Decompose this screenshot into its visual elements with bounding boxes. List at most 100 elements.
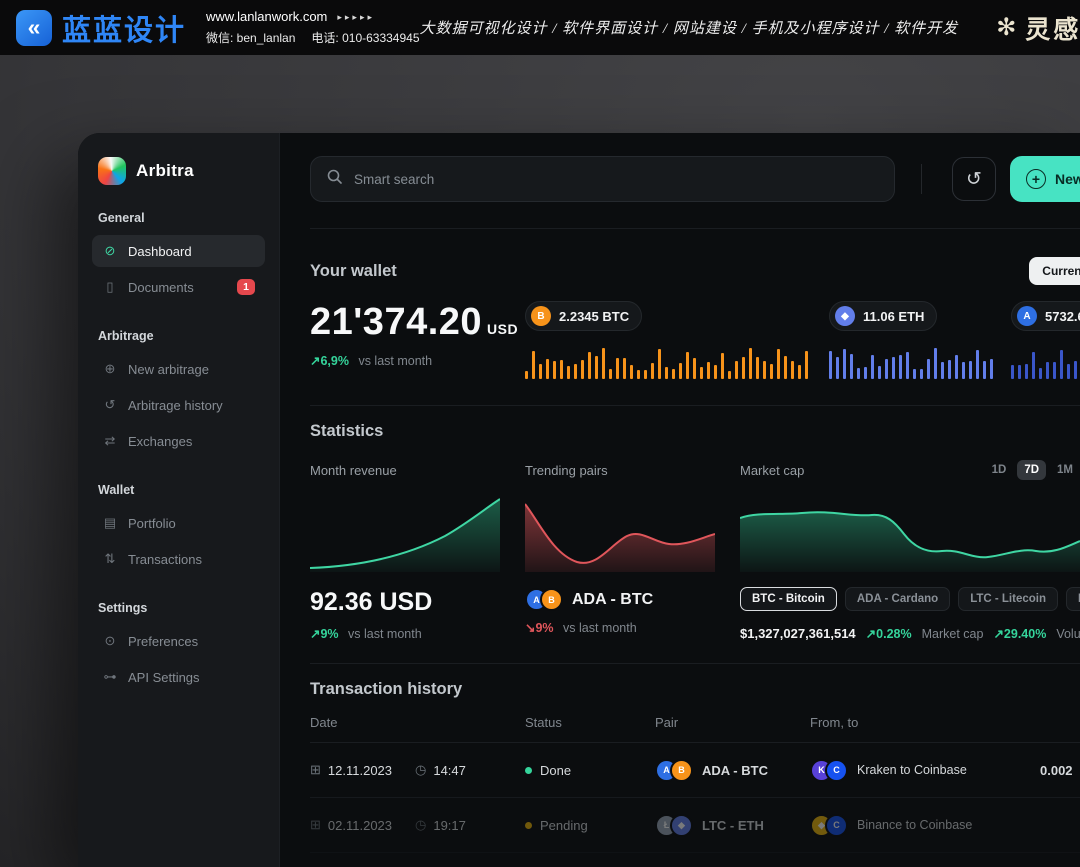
tick	[574, 364, 577, 379]
cell-status: Pending	[525, 818, 655, 833]
month-revenue-chart	[310, 494, 500, 572]
sidebar-item-documents[interactable]: ▯Documents1	[92, 271, 265, 303]
table-row[interactable]: ⊞02.11.2023◷19:17PendingŁ◆LTC - ETH◆CBin…	[310, 798, 1080, 853]
status-dot	[525, 822, 532, 829]
sidebar-item-label: API Settings	[128, 670, 200, 685]
tick	[735, 361, 738, 379]
sidebar-item-new-arbitrage[interactable]: ⊕New arbitrage	[92, 353, 265, 385]
tick	[1074, 361, 1077, 379]
trending-pairs-label: Trending pairs	[525, 463, 608, 478]
tick	[899, 355, 902, 380]
history-button[interactable]: ↺	[952, 157, 996, 201]
arbitra-app-window: Arbitra General⊘Dashboard▯Documents1Arbi…	[78, 133, 1080, 867]
inspiration-collect[interactable]: ✻ 灵感收集	[996, 10, 1080, 46]
market-cap-value: $1,327,027,361,514	[740, 626, 856, 641]
tick	[990, 359, 993, 379]
sidebar-item-label: New arbitrage	[128, 362, 209, 377]
tick	[955, 355, 958, 379]
history-icon: ↺	[102, 397, 118, 413]
tick	[665, 367, 668, 379]
tick	[878, 366, 881, 379]
market-cap-note: Market cap	[922, 627, 984, 641]
range-7d[interactable]: 7D	[1017, 460, 1046, 480]
tick	[679, 363, 682, 379]
tick	[983, 361, 986, 379]
range-1m[interactable]: 1M	[1050, 460, 1080, 480]
tick	[1039, 368, 1042, 379]
tick	[539, 364, 542, 379]
history-icon: ↺	[966, 168, 982, 191]
tick	[941, 362, 944, 379]
wallet-action-currencies[interactable]: Currencies	[1029, 257, 1080, 285]
lanlan-logo-icon: «	[16, 10, 52, 46]
sidebar-item-arbitrage-history[interactable]: ↺ Arbitrage history	[92, 389, 265, 421]
date-text: 12.11.2023	[328, 763, 392, 778]
wallet-holding-btc: B2.2345 BTC	[525, 301, 817, 379]
table-row[interactable]: ⊞12.11.2023◷14:47DoneABADA - BTCKCKraken…	[310, 743, 1080, 798]
market-pair-pill-ada[interactable]: ADA - Cardano	[845, 587, 950, 611]
eth-icon: ◆	[835, 306, 855, 326]
trending-pair-coins: AB	[525, 588, 563, 611]
exchange-icons: ◆C	[810, 814, 848, 837]
collect-label: 灵感收集	[1025, 10, 1080, 46]
sidebar-section-title: Settings	[98, 601, 259, 615]
wallet-holding-eth: ◆ 11.06 ETH	[829, 301, 999, 379]
sidebar-item-label: Arbitrage history	[128, 398, 223, 413]
sidebar-item-dashboard[interactable]: ⊘Dashboard	[92, 235, 265, 267]
tick	[1046, 362, 1049, 379]
market-cap-chart	[740, 494, 1080, 572]
month-revenue-value: 92.36 USD	[310, 588, 500, 617]
tick	[525, 371, 528, 379]
tick	[871, 355, 874, 379]
time-text: 14:47	[433, 763, 466, 778]
holding-ticks-chart-ada	[1011, 343, 1080, 379]
cell-route: ◆CBinance to Coinbase	[810, 814, 1040, 837]
tick	[770, 364, 773, 379]
search-box[interactable]	[310, 156, 895, 202]
market-pair-pill-ltc[interactable]: LTC - Litecoin	[958, 587, 1058, 611]
route-label: Kraken to Coinbase	[857, 763, 967, 777]
tick	[595, 356, 598, 379]
pair-label: LTC - ETH	[702, 818, 764, 833]
holding-amount: 5732.61 ADA	[1045, 309, 1080, 324]
main-content: ↺ + New a Your wallet CurrenciesE 21'3	[280, 133, 1080, 867]
lanlan-logo-text: 蓝蓝设计	[62, 7, 186, 49]
holding-amount: 11.06 ETH	[863, 309, 924, 324]
range-1d[interactable]: 1D	[985, 460, 1014, 480]
sidebar-item-portfolio[interactable]: ▤Portfolio	[92, 507, 265, 539]
sidebar-item-label: Portfolio	[128, 516, 176, 531]
cell-pair: Ł◆LTC - ETH	[655, 814, 810, 837]
tick	[707, 362, 710, 379]
tick	[976, 350, 979, 379]
exchange-icons: KC	[810, 759, 848, 782]
tick	[843, 349, 846, 379]
tick	[934, 348, 937, 379]
search-input[interactable]	[352, 171, 878, 188]
table-row[interactable]: ⊞29.10.2023◷04:23DoneABADA - BTCKCKraken…	[310, 853, 1080, 867]
tick	[927, 359, 930, 379]
sidebar: Arbitra General⊘Dashboard▯Documents1Arbi…	[78, 133, 280, 867]
coin-badge-ada: A 5732.61 ADA	[1011, 301, 1080, 331]
market-pair-pill-btc[interactable]: BTC - Bitcoin	[740, 587, 837, 611]
services-tagline: 大数据可视化设计 / 软件界面设计 / 网站建设 / 手机及小程序设计 / 软件…	[420, 17, 959, 38]
wallet-amount: 21'374.20	[310, 301, 482, 343]
sidebar-item-label: Exchanges	[128, 434, 192, 449]
sidebar-item-exchanges[interactable]: ⇄Exchanges	[92, 425, 265, 457]
tick	[1032, 352, 1035, 379]
time-text: 19:17	[433, 818, 466, 833]
tick	[700, 367, 703, 379]
range-selector: 1D7D1M	[985, 460, 1080, 480]
market-pair-pill-eth[interactable]: ETH - Ethereu	[1066, 587, 1080, 611]
tick	[913, 369, 916, 379]
month-revenue-card: Month revenue 92.36 USD ↗9% v	[310, 459, 500, 641]
ada-icon: A	[1017, 306, 1037, 326]
sidebar-item-preferences[interactable]: ⊙Preferences	[92, 625, 265, 657]
sidebar-item-api-settings[interactable]: ⊶API Settings	[92, 661, 265, 693]
tick	[864, 367, 867, 379]
sidebar-item-transactions[interactable]: ⇅Transactions	[92, 543, 265, 575]
holding-ticks-chart-eth	[829, 343, 999, 379]
website-link[interactable]: www.lanlanwork.com	[206, 8, 327, 27]
new-arbitrage-button[interactable]: + New a	[1010, 156, 1080, 202]
btc-icon: B	[531, 306, 551, 326]
tick	[560, 360, 563, 379]
